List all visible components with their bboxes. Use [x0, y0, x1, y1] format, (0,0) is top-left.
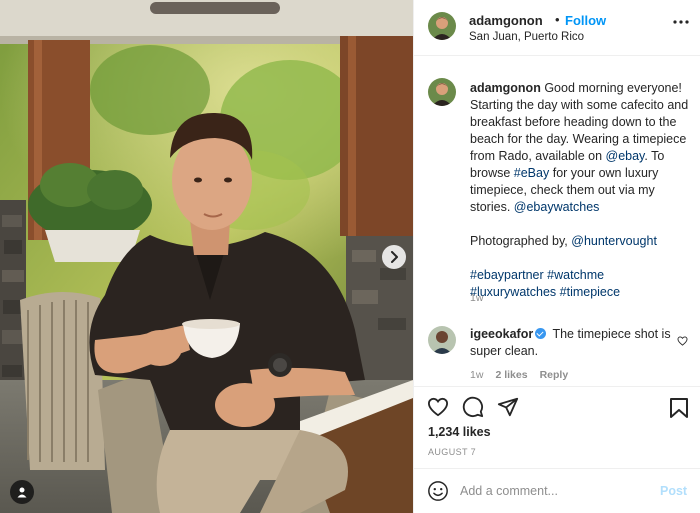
comment-text: igeeokafor The timepiece shot is super c… [470, 326, 680, 360]
likes-count[interactable]: 1,234 likes [428, 425, 491, 439]
commenter-avatar-image [428, 326, 456, 354]
photo-credit-prefix: Photographed by, [470, 234, 568, 248]
tagged-users-button[interactable] [10, 480, 34, 504]
follow-button[interactable]: Follow [565, 13, 606, 28]
photo-scene [0, 0, 413, 513]
caption-username[interactable]: adamgonon [470, 81, 541, 95]
comment-timestamp[interactable]: 1w [470, 369, 483, 381]
hashtag-timepiece[interactable]: #timepiece [560, 285, 620, 299]
mention-ebaywatches[interactable]: @ebaywatches [514, 200, 600, 214]
chevron-right-icon [391, 251, 398, 263]
next-photo-button[interactable] [382, 245, 406, 269]
location-link[interactable]: San Juan, Puerto Rico [469, 31, 584, 43]
more-options-dots [673, 20, 689, 24]
mention-ebay[interactable]: @ebay [606, 149, 645, 163]
caption-text: adamgonon Good morning everyone! Startin… [470, 80, 692, 301]
reply-button[interactable]: Reply [540, 369, 569, 381]
comment-bubble-glyph [462, 396, 484, 418]
hashtag-ebay[interactable]: #eBay [514, 166, 549, 180]
heart-outline-glyph [427, 397, 449, 417]
heart-icon[interactable] [427, 397, 449, 420]
more-options-icon[interactable] [672, 12, 690, 30]
paper-plane-glyph [497, 397, 519, 417]
verified-badge-icon [535, 328, 547, 339]
bookmark-glyph [670, 398, 688, 418]
avatar[interactable] [428, 12, 456, 40]
caption-timestamp[interactable]: 1w [470, 292, 483, 304]
comment-input[interactable] [460, 481, 640, 501]
post-date[interactable]: AUGUST 7 [428, 447, 476, 457]
emoji-icon[interactable] [427, 480, 449, 505]
heart-outline-icon [677, 336, 688, 346]
separator-dot: • [555, 12, 560, 27]
post-header: adamgonon • Follow San Juan, Puerto Rico [414, 0, 700, 56]
avatar[interactable] [428, 326, 456, 354]
author-username[interactable]: adamgonon [469, 13, 543, 28]
comment-icon[interactable] [462, 396, 484, 421]
hashtag-ebaypartner[interactable]: #ebaypartner [470, 268, 544, 282]
post-side-panel: adamgonon • Follow San Juan, Puerto Rico [413, 0, 700, 513]
comment-composer: Post [414, 468, 700, 513]
post-photo[interactable] [0, 0, 413, 513]
comment-likes[interactable]: 2 likes [495, 369, 527, 381]
hashtag-watchme[interactable]: #watchme [547, 268, 604, 282]
share-icon[interactable] [497, 396, 519, 421]
author-avatar-image [428, 78, 456, 106]
like-comment-button[interactable] [677, 333, 688, 349]
mention-photographer[interactable]: @huntervought [571, 234, 657, 248]
smiley-glyph [428, 481, 448, 501]
instagram-post: adamgonon • Follow San Juan, Puerto Rico [0, 0, 700, 513]
action-bar: 1,234 likes AUGUST 7 [414, 386, 700, 468]
commenter-username[interactable]: igeeokafor [470, 327, 533, 341]
comment-meta: 1w 2 likes Reply [470, 369, 568, 381]
user-tag-icon [17, 487, 27, 498]
post-comment-button[interactable]: Post [660, 484, 687, 498]
bookmark-icon[interactable] [669, 397, 689, 422]
avatar[interactable] [428, 78, 456, 106]
author-avatar-image [428, 12, 456, 40]
